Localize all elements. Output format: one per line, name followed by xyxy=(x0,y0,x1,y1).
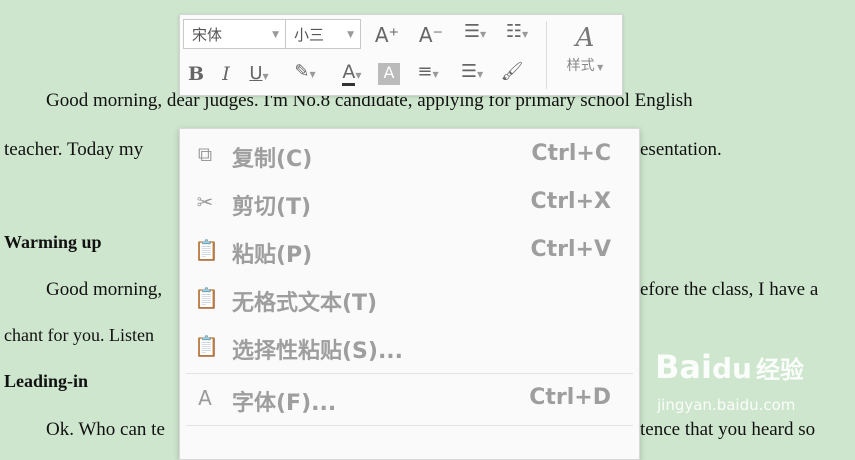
menu-item-shortcut: Ctrl+V xyxy=(530,237,611,262)
menu-divider xyxy=(186,425,633,426)
styles-icon: A xyxy=(575,23,595,53)
shrink-font-button[interactable]: A⁻ xyxy=(418,23,444,47)
copy-icon: ⧉ xyxy=(197,142,213,166)
paste-plain-icon: 📋 xyxy=(194,286,219,310)
watermark-brand-2: 经验 xyxy=(755,356,804,384)
font-icon: A xyxy=(198,386,212,410)
scissors-icon: ✂ xyxy=(196,190,214,214)
styles-button[interactable]: A 样式 ▼ xyxy=(560,23,610,75)
menu-item-label: 粘贴(P) xyxy=(232,243,313,268)
menu-item-paste[interactable]: 📋 粘贴(P) Ctrl+V xyxy=(180,227,639,275)
font-size-value: 小三 xyxy=(294,26,325,44)
watermark-url: jingyan.baidu.com xyxy=(657,396,796,414)
watermark-brand: Bai xyxy=(655,348,712,386)
menu-divider xyxy=(186,373,633,374)
doc-line-4-left: chant for you. Listen xyxy=(4,325,154,345)
chevron-down-icon: ▼ xyxy=(347,30,354,40)
line-spacing-button[interactable]: ≡▼ xyxy=(410,61,446,82)
format-painter-button[interactable]: 🖌 xyxy=(498,61,526,82)
font-name-value: 宋体 xyxy=(192,26,223,44)
menu-item-shortcut: Ctrl+D xyxy=(529,385,611,410)
font-color-icon: A xyxy=(342,61,356,86)
menu-item-font[interactable]: A 字体(F)... Ctrl+D xyxy=(180,375,639,423)
menu-item-paste-plain[interactable]: 📋 无格式文本(T) xyxy=(180,275,639,323)
menu-item-label: 字体(F)... xyxy=(232,391,337,416)
paste-special-icon: 📋 xyxy=(194,334,219,358)
numbered-list-button[interactable]: ☷▼ xyxy=(498,21,536,42)
bullet-list-button[interactable]: ☰▼ xyxy=(456,21,494,42)
highlight-icon: ✎ xyxy=(294,61,310,82)
doc-line-3-left: Good morning, xyxy=(46,279,163,300)
doc-line-3-right: efore the class, I have a xyxy=(640,279,819,300)
grow-font-button[interactable]: A⁺ xyxy=(374,23,400,47)
paste-icon: 📋 xyxy=(194,238,219,262)
line-spacing-icon: ≡ xyxy=(417,61,433,82)
styles-label: 样式 xyxy=(566,58,595,74)
heading-leading-in: Leading-in xyxy=(4,371,89,391)
italic-button[interactable]: I xyxy=(216,63,236,85)
menu-item-shortcut: Ctrl+C xyxy=(531,141,611,166)
menu-item-copy[interactable]: ⧉ 复制(C) Ctrl+C xyxy=(180,131,639,179)
bold-button[interactable]: B xyxy=(186,63,206,85)
menu-item-paste-special[interactable]: 📋 选择性粘贴(S)... xyxy=(180,323,639,371)
menu-item-label: 剪切(T) xyxy=(232,195,312,220)
doc-line-2-left: teacher. Today my xyxy=(4,139,144,160)
indent-icon: ☰ xyxy=(460,61,477,82)
font-size-select[interactable]: 小三 ▼ xyxy=(285,19,361,49)
doc-line-5-right: tence that you heard so xyxy=(640,419,816,440)
context-menu: ⧉ 复制(C) Ctrl+C ✂ 剪切(T) Ctrl+X 📋 粘贴(P) Ct… xyxy=(179,128,640,460)
underline-button[interactable]: U▼ xyxy=(244,63,274,84)
underline-icon: U xyxy=(249,63,263,84)
menu-item-cut[interactable]: ✂ 剪切(T) Ctrl+X xyxy=(180,179,639,227)
indent-button[interactable]: ☰▼ xyxy=(454,61,490,82)
toolbar-divider xyxy=(546,21,547,89)
mini-format-toolbar: 宋体 ▼ 小三 ▼ A⁺ A⁻ ☰▼ ☷▼ A 样式 ▼ B I U▼ ✎▼ A… xyxy=(179,14,623,96)
char-shading-button[interactable]: A xyxy=(378,63,400,85)
format-painter-icon: 🖌 xyxy=(500,61,524,82)
paw-icon: du xyxy=(711,352,752,385)
menu-item-shortcut: Ctrl+X xyxy=(530,189,611,214)
menu-item-label: 复制(C) xyxy=(232,147,313,172)
doc-line-5-left: Ok. Who can te xyxy=(46,419,165,440)
numbered-list-icon: ☷ xyxy=(505,21,522,42)
bullet-list-icon: ☰ xyxy=(463,21,480,42)
heading-warming-up: Warming up xyxy=(4,232,102,252)
menu-item-label: 选择性粘贴(S)... xyxy=(232,339,404,364)
baidu-jingyan-watermark: Baidu 经验 jingyan.baidu.com xyxy=(655,348,855,420)
font-name-select[interactable]: 宋体 ▼ xyxy=(183,19,286,49)
chevron-down-icon: ▼ xyxy=(272,30,279,40)
doc-line-2-right: esentation. xyxy=(640,139,722,160)
font-color-button[interactable]: A▼ xyxy=(334,61,370,86)
menu-item-label: 无格式文本(T) xyxy=(232,291,378,316)
highlight-button[interactable]: ✎▼ xyxy=(284,61,326,82)
